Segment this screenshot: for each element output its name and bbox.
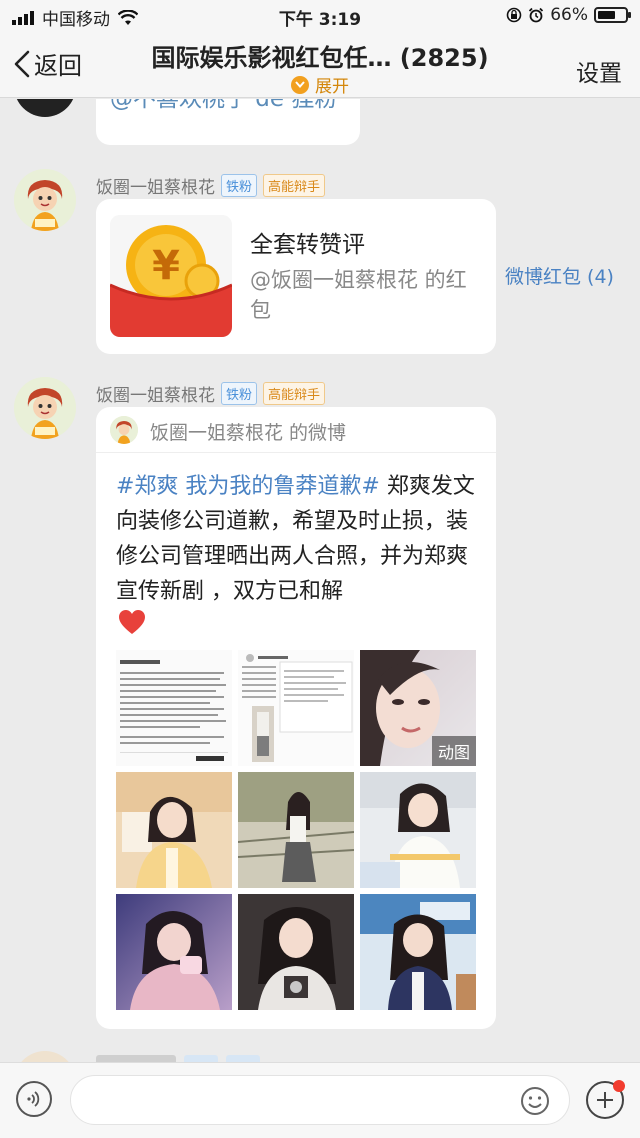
fan-badge: [184, 1055, 218, 1062]
avatar: [110, 416, 138, 444]
voice-icon: [27, 1091, 40, 1107]
hashtag-link[interactable]: #郑爽 我为我的鲁莽道歉#: [116, 474, 380, 499]
weibo-card-source: 饭圈一姐蔡根花 的微博: [150, 422, 347, 444]
weibo-post-text: #郑爽 我为我的鲁莽道歉# 郑爽发文向装修公司道歉，希望及时止损，装修公司管理晒…: [116, 469, 486, 609]
sender-name[interactable]: 饭圈一姐蔡根花: [96, 381, 215, 406]
red-packet-subtitle: @饭圈一姐蔡根花 的红包: [250, 268, 467, 322]
image-thumbnail[interactable]: [360, 772, 476, 888]
settings-button[interactable]: 设置: [576, 54, 622, 88]
sender-name-placeholder: [96, 1055, 176, 1062]
voice-button[interactable]: [16, 1081, 52, 1117]
image-thumbnail[interactable]: [238, 650, 354, 766]
image-thumbnail[interactable]: [238, 894, 354, 1010]
message-bubble[interactable]: @不喜欢桃子 de 狸粉: [96, 99, 360, 145]
image-grid: 动图: [116, 650, 476, 1010]
sender-row: 饭圈一姐蔡根花 铁粉 高能辩手: [96, 381, 326, 406]
chat-area[interactable]: @不喜欢桃子 de 狸粉 饭圈一姐蔡根花 铁粉 高能辩手 ¥ 全套转赞评 @饭圈…: [0, 99, 640, 1062]
svg-text:¥: ¥: [152, 243, 180, 289]
avatar[interactable]: [14, 1051, 76, 1062]
battery-percent: 66%: [550, 5, 588, 25]
fan-badge: 铁粉: [221, 382, 258, 405]
avatar[interactable]: [14, 377, 76, 439]
heart-icon: [119, 610, 145, 634]
nav-bar: 返回 国际娱乐影视红包任… (2825) 展开 设置: [0, 32, 640, 98]
expand-label: 展开: [315, 77, 349, 97]
avatar[interactable]: [14, 99, 76, 117]
battery-icon: [594, 7, 631, 23]
alarm-icon: [529, 7, 544, 23]
more-button[interactable]: [586, 1080, 625, 1119]
chevron-down-icon: [291, 75, 309, 94]
image-thumbnail[interactable]: [360, 894, 476, 1010]
red-packet-card[interactable]: ¥ 全套转赞评 @饭圈一姐蔡根花 的红包: [96, 199, 496, 354]
expand-toggle[interactable]: 展开: [0, 72, 640, 97]
message-input[interactable]: [70, 1075, 570, 1125]
image-thumbnail[interactable]: [116, 650, 232, 766]
plus-icon: [597, 1092, 613, 1108]
level-badge: [226, 1055, 260, 1062]
image-thumbnail[interactable]: [116, 772, 232, 888]
notification-dot: [613, 1080, 625, 1092]
status-bar: 中国移动 下午 3:19 66%: [0, 0, 640, 32]
weibo-share-card[interactable]: 饭圈一姐蔡根花 的微博 #郑爽 我为我的鲁莽道歉# 郑爽发文向装修公司道歉，希望…: [96, 407, 496, 1029]
debater-badge: 高能辩手: [263, 174, 326, 197]
image-thumbnail[interactable]: [116, 894, 232, 1010]
fan-badge: 铁粉: [221, 174, 258, 197]
red-packet-title: 全套转赞评: [250, 232, 365, 258]
weibo-card-header[interactable]: 饭圈一姐蔡根花 的微博: [96, 407, 496, 453]
red-packet-icon: ¥: [110, 215, 232, 337]
status-right: 66%: [506, 5, 631, 25]
gif-badge: 动图: [431, 736, 476, 766]
weibo-red-packet-count[interactable]: 微博红包 (4): [505, 262, 614, 289]
image-thumbnail[interactable]: [238, 772, 354, 888]
emoji-icon[interactable]: [519, 1085, 551, 1117]
debater-badge: 高能辩手: [263, 382, 326, 405]
sender-row: [96, 1055, 260, 1062]
mention-text[interactable]: @不喜欢桃子 de 狸粉: [110, 99, 337, 113]
sender-name[interactable]: 饭圈一姐蔡根花: [96, 173, 215, 198]
battery-level-fill: [598, 11, 615, 19]
avatar[interactable]: [14, 169, 76, 231]
image-thumbnail-gif[interactable]: 动图: [360, 650, 476, 766]
sender-row: 饭圈一姐蔡根花 铁粉 高能辩手: [96, 173, 326, 198]
input-bar: [0, 1062, 640, 1138]
lock-rotation-icon: [506, 7, 522, 23]
group-title: 国际娱乐影视红包任… (2825): [151, 44, 489, 72]
